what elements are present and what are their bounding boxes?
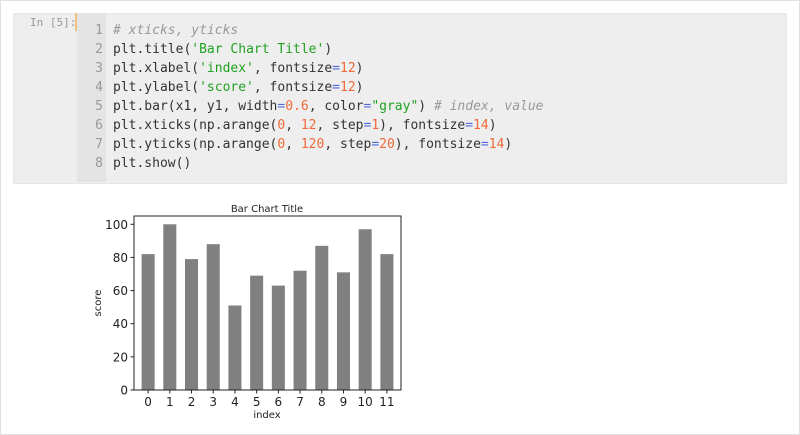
y-axis-label: score — [93, 290, 104, 317]
y-tick-label: 80 — [113, 251, 128, 265]
x-tick-label: 4 — [231, 395, 239, 409]
bar — [206, 244, 220, 390]
x-tick-label: 5 — [253, 395, 261, 409]
bar — [315, 245, 329, 390]
x-tick-label: 0 — [144, 395, 152, 409]
y-tick-label: 20 — [113, 350, 128, 364]
x-tick-label: 8 — [318, 395, 326, 409]
bar — [250, 275, 264, 390]
bar — [163, 224, 177, 390]
bar — [380, 254, 394, 390]
chart-title: Bar Chart Title — [231, 204, 303, 215]
x-tick-label: 1 — [166, 395, 174, 409]
bar — [293, 270, 307, 390]
x-tick-label: 11 — [379, 395, 394, 409]
x-tick-label: 10 — [358, 395, 373, 409]
y-tick-label: 60 — [113, 284, 128, 298]
x-tick-label: 9 — [340, 395, 348, 409]
x-tick-label: 2 — [188, 395, 196, 409]
x-tick-label: 6 — [275, 395, 283, 409]
x-tick-label: 3 — [209, 395, 217, 409]
bar — [185, 259, 199, 390]
bar-chart: Bar Chart Title index score 0 1 2 3 4 5 6 7 8 9 10… — [93, 204, 402, 421]
x-axis-label: index — [253, 410, 280, 421]
y-tick-label: 100 — [105, 218, 128, 232]
x-tick-label: 7 — [296, 395, 304, 409]
bar — [228, 305, 242, 390]
y-tick-label: 40 — [113, 317, 128, 331]
bar — [141, 254, 155, 390]
y-tick-label: 0 — [120, 384, 128, 398]
bar — [358, 229, 372, 390]
bar — [336, 272, 350, 390]
bar — [271, 285, 285, 390]
